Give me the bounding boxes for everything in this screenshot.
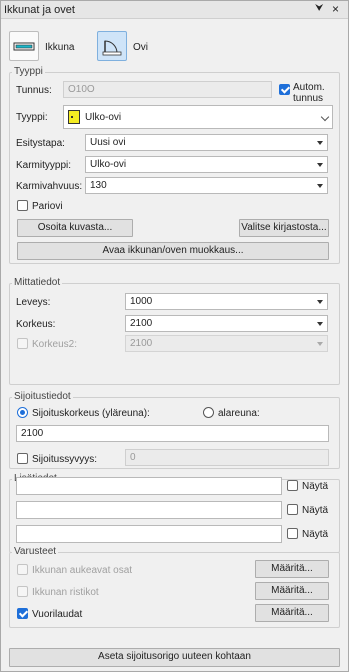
show-checkbox-2[interactable]: [287, 504, 298, 515]
placement-group-title: Sijoitustiedot: [12, 391, 73, 402]
frame-thickness-value: 130: [90, 180, 107, 191]
opening-parts-checkbox[interactable]: [17, 564, 28, 575]
window-grilles-define-button[interactable]: Määritä...: [255, 582, 329, 600]
placement-height-input[interactable]: 2100: [16, 425, 329, 442]
depth-label: Sijoitussyvyys:: [32, 454, 98, 465]
show-checkbox-3[interactable]: [287, 528, 298, 539]
extra-info-field-1[interactable]: [16, 477, 282, 495]
auto-id-checkbox[interactable]: [279, 84, 290, 95]
bottom-edge-label: alareuna:: [218, 408, 260, 419]
pin-icon[interactable]: ⮟: [315, 3, 324, 14]
id-label: Tunnus:: [16, 85, 52, 96]
dropdown-arrow-icon: [317, 184, 323, 188]
auto-id-label-line1: Autom.: [293, 82, 325, 93]
dropdown-arrow-icon: [317, 163, 323, 167]
top-edge-label: Sijoituskorkeus (yläreuna):: [32, 408, 150, 419]
top-edge-radio[interactable]: [17, 407, 28, 418]
casing-boards-checkbox[interactable]: [17, 608, 28, 619]
opening-parts-define-button[interactable]: Määritä...: [255, 560, 329, 578]
close-icon[interactable]: ×: [332, 2, 339, 16]
bottom-edge-radio[interactable]: [203, 407, 214, 418]
window-grilles-label: Ikkunan ristikot: [32, 587, 99, 598]
double-door-label: Pariovi: [32, 201, 63, 212]
auto-id-label-line2: tunnus: [293, 93, 324, 104]
opening-parts-label: Ikkunan aukeavat osat: [32, 565, 133, 576]
window-grilles-checkbox[interactable]: [17, 586, 28, 597]
dropdown-arrow-icon: [317, 342, 323, 346]
yellow-door-swatch-icon: [68, 110, 80, 124]
dimensions-group-title: Mittatiedot: [12, 277, 63, 288]
dropdown-arrow-icon: [317, 300, 323, 304]
height-value: 2100: [130, 318, 153, 329]
chevron-down-icon: [320, 112, 330, 122]
id-field[interactable]: O10O: [63, 81, 272, 98]
height-select[interactable]: 2100: [125, 315, 328, 332]
extra-info-field-2[interactable]: [16, 501, 282, 519]
height-label: Korkeus:: [16, 319, 56, 330]
show-checkbox-1[interactable]: [287, 480, 298, 491]
height2-value: 2100: [130, 338, 153, 349]
height2-label: Korkeus2:: [32, 339, 78, 350]
pick-from-drawing-button[interactable]: Osoita kuvasta...: [17, 219, 133, 237]
depth-checkbox[interactable]: [17, 453, 28, 464]
casing-boards-define-button[interactable]: Määritä...: [255, 604, 329, 622]
casing-boards-label: Vuorilaudat: [32, 609, 83, 620]
frame-thickness-label: Karmivahvuus:: [16, 181, 83, 192]
width-select[interactable]: 1000: [125, 293, 328, 310]
presentation-value: Uusi ovi: [90, 137, 126, 148]
type-select-value: Ulko-ovi: [85, 112, 122, 123]
frame-thickness-select[interactable]: 130: [85, 177, 328, 194]
type-group-title: Tyyppi: [12, 66, 45, 77]
pick-from-library-button[interactable]: Valitse kirjastosta...: [239, 219, 329, 237]
door-mode-label[interactable]: Ovi: [133, 42, 148, 53]
frame-type-value: Ulko-ovi: [90, 159, 127, 170]
window-mode-button[interactable]: [9, 31, 39, 61]
dropdown-arrow-icon: [317, 141, 323, 145]
type-label: Tyyppi:: [16, 112, 48, 123]
accessories-group-title: Varusteet: [12, 546, 59, 557]
presentation-label: Esitystapa:: [16, 138, 65, 149]
height2-checkbox[interactable]: [17, 338, 28, 349]
width-label: Leveys:: [16, 297, 51, 308]
presentation-select[interactable]: Uusi ovi: [85, 134, 328, 151]
extra-info-field-3[interactable]: [16, 525, 282, 543]
frame-type-label: Karmityyppi:: [16, 160, 72, 171]
dropdown-arrow-icon: [317, 322, 323, 326]
window-icon: [13, 42, 35, 51]
frame-type-select[interactable]: Ulko-ovi: [85, 156, 328, 173]
double-door-checkbox[interactable]: [17, 200, 28, 211]
panel-title: Ikkunat ja ovet: [4, 4, 75, 16]
door-icon: [102, 40, 122, 56]
height2-select[interactable]: 2100: [125, 335, 328, 352]
open-editor-button[interactable]: Avaa ikkunan/oven muokkaus...: [17, 242, 329, 260]
door-mode-button[interactable]: [97, 31, 127, 61]
title-bar: Ikkunat ja ovet ⮟ ×: [1, 1, 348, 19]
show-label-1: Näytä: [302, 481, 329, 492]
type-select[interactable]: Ulko-ovi: [63, 105, 333, 129]
depth-input[interactable]: 0: [125, 449, 329, 466]
width-value: 1000: [130, 296, 153, 307]
set-origin-button[interactable]: Aseta sijoitusorigo uuteen kohtaan: [9, 648, 340, 667]
show-label-2: Näytä: [302, 505, 329, 516]
window-mode-label[interactable]: Ikkuna: [45, 42, 74, 53]
panel-frame: Ikkunat ja ovet ⮟ × Ikkuna Ovi Tyyppi Tu…: [0, 0, 349, 672]
show-label-3: Näytä: [302, 529, 329, 540]
